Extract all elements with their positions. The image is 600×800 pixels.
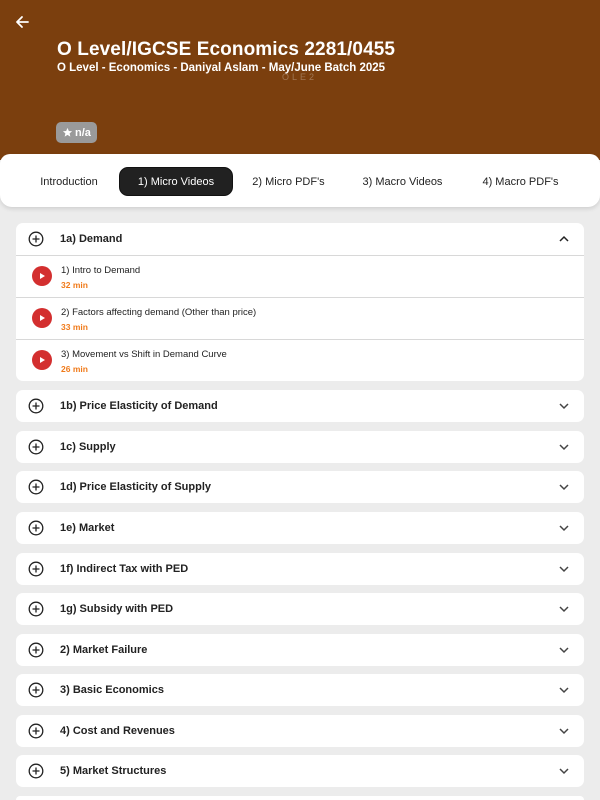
chevron-down-icon[interactable]: [558, 481, 570, 493]
section-title: 1c) Supply: [60, 441, 116, 453]
lesson-title: 1) Intro to Demand: [61, 265, 141, 276]
section-header[interactable]: 1e) Market: [16, 512, 584, 544]
section-market[interactable]: 1e) Market: [16, 512, 584, 544]
section-title: 1e) Market: [60, 522, 115, 534]
section-price-elasticity-of-demand[interactable]: 1b) Price Elasticity of Demand: [16, 390, 584, 422]
watermark: OLE2: [282, 72, 318, 82]
tab-macro-videos[interactable]: 3) Macro Videos: [352, 167, 453, 196]
chevron-up-icon[interactable]: [558, 233, 570, 245]
section-title: 4) Cost and Revenues: [60, 725, 175, 737]
section-title: 1a) Demand: [60, 233, 123, 245]
course-header: O Level/IGCSE Economics 2281/0455 O Leve…: [0, 0, 600, 160]
lesson-duration: 26 min: [61, 364, 88, 374]
plus-circle-icon: [28, 601, 44, 617]
section-market-failure[interactable]: 2) Market Failure: [16, 634, 584, 666]
plus-circle-icon: [28, 231, 44, 247]
section-header[interactable]: 3) Basic Economics: [16, 674, 584, 706]
section-title: 2) Market Failure: [60, 644, 148, 656]
tab-introduction[interactable]: Introduction: [30, 167, 108, 196]
section-title: 1g) Subsidy with PED: [60, 603, 174, 615]
chevron-down-icon[interactable]: [558, 400, 570, 412]
tab-micro-pdfs[interactable]: 2) Micro PDF's: [245, 167, 332, 196]
section-header[interactable]: 2) Market Failure: [16, 634, 584, 666]
section-price-elasticity-of-supply[interactable]: 1d) Price Elasticity of Supply: [16, 471, 584, 503]
section-header[interactable]: 1f) Indirect Tax with PED: [16, 553, 584, 585]
plus-circle-icon: [28, 763, 44, 779]
plus-circle-icon: [28, 682, 44, 698]
plus-circle-icon: [28, 479, 44, 495]
chevron-down-icon[interactable]: [558, 563, 570, 575]
section-header[interactable]: 5) Market Structures: [16, 755, 584, 787]
play-icon[interactable]: [32, 266, 52, 286]
chevron-down-icon[interactable]: [558, 725, 570, 737]
section-title: 3) Basic Economics: [60, 684, 164, 696]
plus-circle-icon: [28, 398, 44, 414]
lesson-item[interactable]: 3) Movement vs Shift in Demand Curve 26 …: [16, 339, 584, 381]
section-title: 1f) Indirect Tax with PED: [60, 563, 189, 575]
section-demand: 1a) Demand 1) Intro to Demand 32 min 2) …: [16, 223, 584, 381]
tab-bar: Introduction 1) Micro Videos 2) Micro PD…: [0, 154, 600, 207]
lesson-title: 3) Movement vs Shift in Demand Curve: [61, 349, 227, 360]
section-header[interactable]: 1g) Subsidy with PED: [16, 593, 584, 625]
star-icon: [62, 127, 73, 137]
section-header[interactable]: 1d) Price Elasticity of Supply: [16, 471, 584, 503]
section-indirect-tax-with-ped[interactable]: 1f) Indirect Tax with PED: [16, 553, 584, 585]
plus-circle-icon: [28, 520, 44, 536]
lesson-item[interactable]: 2) Factors affecting demand (Other than …: [16, 297, 584, 339]
section-header[interactable]: 1b) Price Elasticity of Demand: [16, 390, 584, 422]
lesson-duration: 32 min: [61, 280, 88, 290]
course-title: O Level/IGCSE Economics 2281/0455: [57, 39, 396, 60]
plus-circle-icon: [28, 439, 44, 455]
chevron-down-icon[interactable]: [558, 684, 570, 696]
section-title: 1b) Price Elasticity of Demand: [60, 400, 218, 412]
section-header[interactable]: 1a) Demand: [16, 223, 584, 255]
section-next-partial: [16, 796, 584, 800]
arrow-left-icon: [16, 16, 29, 28]
plus-circle-icon: [28, 561, 44, 577]
lesson-duration: 33 min: [61, 322, 88, 332]
tab-macro-pdfs[interactable]: 4) Macro PDF's: [474, 167, 567, 196]
section-title: 1d) Price Elasticity of Supply: [60, 481, 211, 493]
rating-value: n/a: [75, 126, 91, 139]
section-basic-economics[interactable]: 3) Basic Economics: [16, 674, 584, 706]
section-cost-and-revenues[interactable]: 4) Cost and Revenues: [16, 715, 584, 747]
plus-circle-icon: [28, 642, 44, 658]
tab-micro-videos[interactable]: 1) Micro Videos: [119, 167, 233, 196]
chevron-down-icon[interactable]: [558, 603, 570, 615]
plus-circle-icon: [28, 723, 44, 739]
section-supply[interactable]: 1c) Supply: [16, 431, 584, 463]
section-market-structures[interactable]: 5) Market Structures: [16, 755, 584, 787]
lesson-item[interactable]: 1) Intro to Demand 32 min: [16, 255, 584, 297]
lesson-title: 2) Factors affecting demand (Other than …: [61, 307, 257, 318]
chevron-down-icon[interactable]: [558, 441, 570, 453]
play-icon[interactable]: [32, 350, 52, 370]
section-title: 5) Market Structures: [60, 765, 167, 777]
section-header[interactable]: 1c) Supply: [16, 431, 584, 463]
rating-badge: n/a: [56, 122, 97, 143]
back-button[interactable]: [8, 8, 36, 36]
chevron-down-icon[interactable]: [558, 522, 570, 534]
section-subsidy-with-ped[interactable]: 1g) Subsidy with PED: [16, 593, 584, 625]
chevron-down-icon[interactable]: [558, 765, 570, 777]
course-subtitle: O Level - Economics - Daniyal Aslam - Ma…: [57, 62, 386, 74]
section-header[interactable]: 4) Cost and Revenues: [16, 715, 584, 747]
play-icon[interactable]: [32, 308, 52, 328]
chevron-down-icon[interactable]: [558, 644, 570, 656]
